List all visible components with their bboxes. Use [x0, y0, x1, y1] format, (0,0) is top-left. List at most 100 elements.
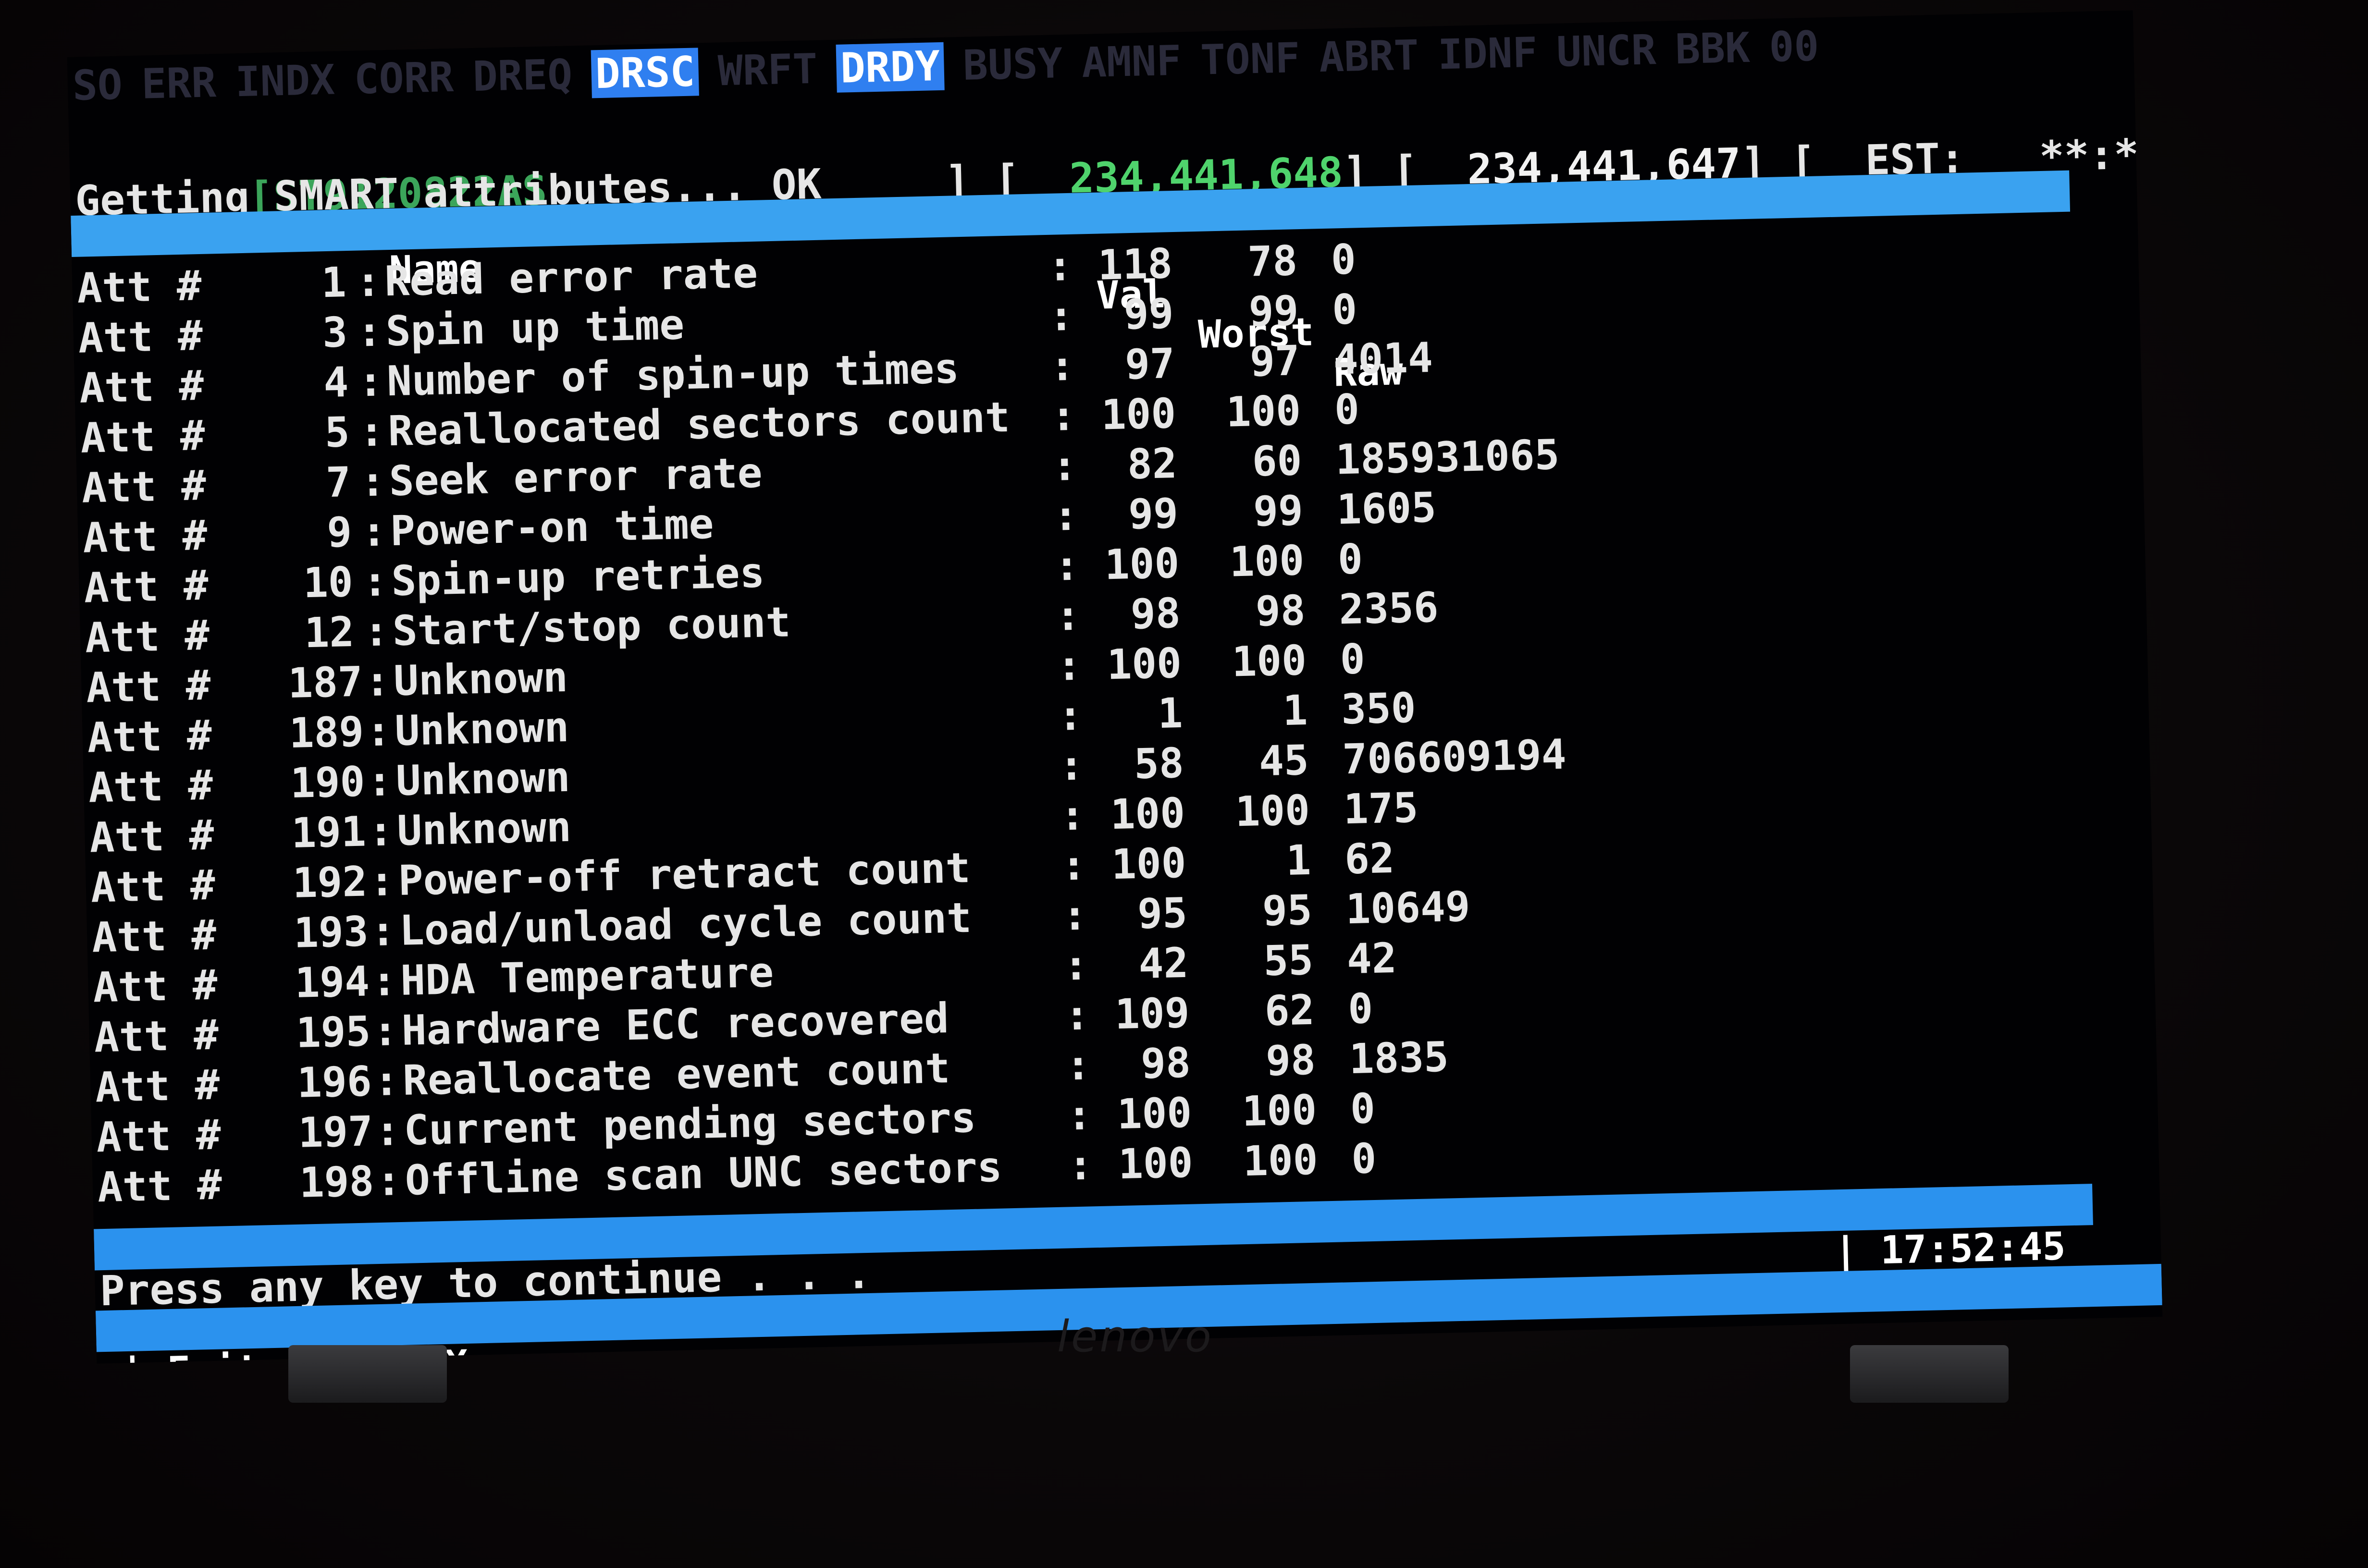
colon-separator: : — [1047, 242, 1073, 291]
att-raw: 0 — [1339, 635, 1366, 684]
att-prefix: Att # — [88, 761, 214, 812]
att-prefix: Att # — [96, 1111, 222, 1162]
att-number: 198 — [298, 1157, 375, 1207]
att-val: 99 — [1123, 290, 1174, 339]
att-worst: 100 — [1229, 537, 1305, 587]
colon-separator: : — [1067, 1141, 1094, 1190]
att-prefix: Att # — [89, 811, 215, 862]
att-number: 194 — [294, 957, 370, 1007]
att-number: 192 — [292, 858, 368, 907]
status-flag-wrft: WRFT — [717, 45, 818, 96]
att-prefix: Att # — [86, 661, 211, 712]
att-name: Spin up time — [385, 301, 685, 356]
status-flag-so: SO — [72, 61, 123, 110]
colon-separator: : — [362, 557, 388, 606]
att-name: Unknown — [395, 753, 571, 805]
att-raw: 706609194 — [1342, 730, 1567, 784]
att-prefix: Att # — [92, 961, 218, 1012]
colon-separator: : — [1055, 591, 1081, 640]
att-val: 100 — [1110, 789, 1186, 839]
att-worst: 98 — [1255, 586, 1306, 636]
colon-separator: : — [1051, 441, 1078, 490]
att-number: 9 — [326, 508, 353, 557]
att-number: 196 — [296, 1057, 372, 1107]
att-raw: 185931065 — [1335, 430, 1560, 484]
colon-separator: : — [1049, 342, 1075, 391]
att-worst: 100 — [1225, 387, 1302, 437]
att-worst: 45 — [1258, 736, 1309, 786]
att-val: 42 — [1138, 939, 1189, 989]
laptop-bezel: SO ERR INDX CORR DREQ DRSC WRFT DRDY BUSY AMNF TON… — [0, 0, 2368, 1568]
att-val: 58 — [1133, 739, 1184, 789]
att-val: 95 — [1137, 889, 1188, 939]
colon-separator: : — [1064, 991, 1090, 1040]
att-prefix: Att # — [83, 561, 209, 612]
att-worst: 97 — [1249, 337, 1300, 386]
att-number: 187 — [287, 658, 363, 708]
att-val: 118 — [1097, 240, 1173, 290]
colon-separator: : — [374, 1107, 401, 1156]
status-flag-amnf: AMNF — [1081, 37, 1182, 87]
status-flag-uncr: UNCR — [1556, 26, 1657, 76]
status-flag-drsc: DRSC — [591, 48, 700, 98]
att-raw: 175 — [1343, 784, 1419, 834]
att-raw: 2356 — [1338, 583, 1439, 634]
left-hinge — [288, 1345, 447, 1403]
att-worst: 100 — [1234, 786, 1311, 836]
att-prefix: Att # — [85, 611, 210, 662]
right-hinge — [1850, 1345, 2009, 1403]
att-raw: 0 — [1333, 385, 1360, 434]
colon-separator: : — [1050, 392, 1077, 441]
att-number: 193 — [293, 907, 369, 957]
att-raw: 10649 — [1345, 882, 1471, 934]
att-worst: 100 — [1243, 1136, 1319, 1186]
att-val: 100 — [1106, 639, 1183, 689]
att-prefix: Att # — [82, 511, 208, 563]
colon-separator: : — [1061, 891, 1088, 940]
att-worst: 1 — [1282, 686, 1308, 735]
colon-separator: : — [358, 407, 385, 456]
att-val: 100 — [1118, 1139, 1194, 1189]
clock: | 17:52:45 — [1833, 1224, 2066, 1274]
att-prefix: Att # — [81, 461, 207, 513]
colon-separator: : — [371, 957, 397, 1006]
att-val: 98 — [1140, 1039, 1191, 1088]
att-number: 190 — [289, 758, 366, 808]
att-val: 100 — [1104, 539, 1180, 589]
att-worst: 99 — [1248, 287, 1299, 336]
colon-separator: : — [365, 707, 392, 756]
colon-separator: : — [363, 607, 389, 656]
colon-separator: : — [1052, 491, 1079, 540]
att-val: 99 — [1128, 489, 1179, 539]
colon-separator: : — [368, 807, 394, 856]
colon-separator: : — [1058, 741, 1085, 790]
att-number: 5 — [324, 408, 350, 457]
colon-separator: : — [369, 857, 395, 906]
att-raw: 0 — [1337, 535, 1364, 584]
colon-separator: : — [358, 357, 384, 406]
status-flag-bbk: BBK — [1675, 24, 1751, 74]
att-raw: 0 — [1347, 984, 1374, 1034]
colon-separator: : — [1056, 641, 1082, 690]
colon-separator: : — [1066, 1091, 1093, 1140]
att-raw: 1605 — [1336, 483, 1437, 534]
colon-separator: : — [1057, 691, 1084, 740]
status-flag-00: 00 — [1768, 22, 1820, 72]
status-flag-dreq: DREQ — [472, 50, 573, 101]
att-name: Read error rate — [384, 249, 759, 306]
colon-separator: : — [372, 1007, 398, 1056]
colon-separator: : — [355, 257, 382, 306]
att-number: 12 — [304, 608, 355, 658]
att-val: 98 — [1130, 589, 1181, 639]
colon-separator: : — [1063, 941, 1089, 990]
att-val: 109 — [1114, 989, 1190, 1039]
colon-separator: : — [364, 657, 391, 706]
terminal-screen: SO ERR INDX CORR DREQ DRSC WRFT DRDY BUSY AMNF TON… — [67, 10, 2163, 1364]
att-worst: 100 — [1231, 636, 1307, 686]
att-name: HDA Temperature — [400, 948, 775, 1005]
colon-separator: : — [359, 457, 386, 506]
att-number: 7 — [325, 458, 352, 507]
lenovo-logo: lenovo — [1057, 1311, 1213, 1362]
colon-separator: : — [356, 307, 382, 356]
att-worst: 55 — [1263, 936, 1314, 986]
